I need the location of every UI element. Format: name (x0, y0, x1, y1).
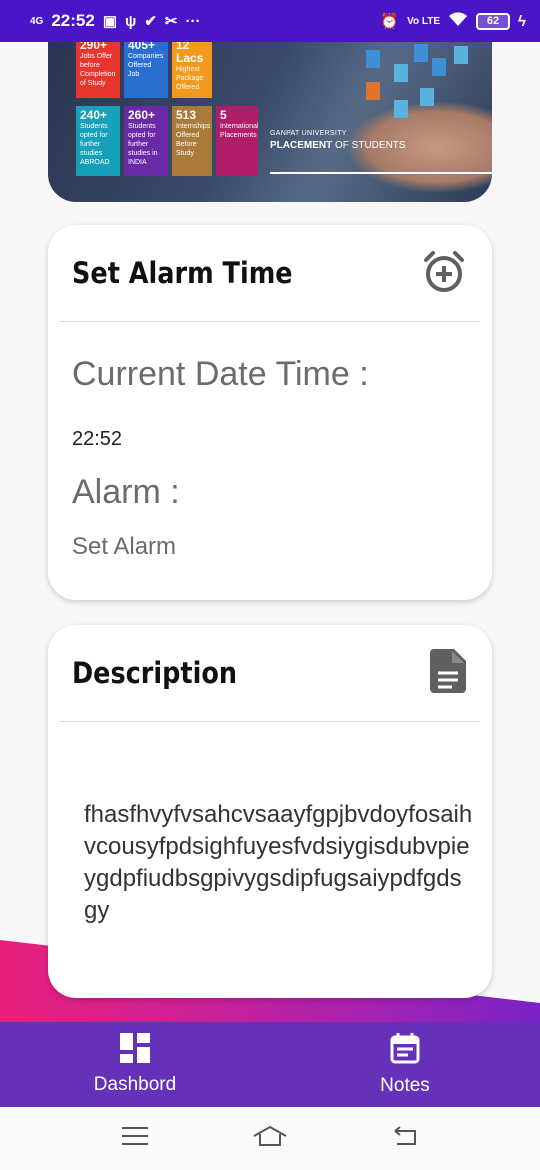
card-divider (60, 321, 480, 322)
person-icon (366, 50, 380, 68)
clock: 22:52 (51, 11, 95, 30)
banner-tile: 405+ Companies Offered Job (124, 42, 168, 98)
alarm-card-title: Set Alarm Time (72, 256, 293, 290)
calendar-notes-icon (390, 1032, 420, 1069)
nav-item-dashboard[interactable]: Dashbord (0, 1022, 270, 1107)
network-indicator: 4G (30, 15, 44, 27)
person-icon (432, 58, 446, 76)
nav-label-notes: Notes (380, 1075, 430, 1096)
alarm-label: Alarm : (72, 473, 180, 511)
banner-tile: 290+ Jobs Offer before Completion of Stud… (76, 42, 120, 98)
alarm-card: Set Alarm Time Current Date Time : 22:52… (48, 225, 492, 600)
nav-label-dashboard: Dashbord (93, 1074, 177, 1095)
wifi-icon (448, 11, 468, 32)
tools-icon: ✂ (164, 13, 178, 30)
status-bar: 4G 22:52 ▣ ψ ✔ ✂ ··· ⏰ Vo LTE 62 ϟ (0, 0, 540, 42)
banner-tile: 5 International Placements (216, 106, 258, 176)
card-divider (60, 721, 480, 722)
banner-tile: 240+ Students opted for further studies A… (76, 106, 120, 176)
person-icon (394, 100, 408, 118)
document-icon[interactable] (430, 648, 466, 698)
description-card-title: Description (72, 656, 238, 690)
description-card-header: Description (48, 625, 492, 721)
home-icon[interactable] (252, 1124, 288, 1153)
description-text: fhasfhvyfvsahcvsaayfgpjbvdoyfosaihvcousy… (84, 801, 473, 924)
banner-caption: GANPAT UNIVERSITY PLACEMENT OF STUDENTS (270, 130, 406, 151)
battery-indicator: 62 (476, 12, 511, 30)
app-notification-icon: ✔ (144, 13, 157, 30)
more-notifications-icon: ··· (185, 12, 201, 30)
person-icon (394, 64, 408, 82)
nav-item-notes[interactable]: Notes (270, 1022, 540, 1107)
alarm-add-icon[interactable] (422, 249, 466, 298)
banner-divider (270, 172, 492, 174)
person-icon (454, 46, 468, 64)
current-datetime-label: Current Date Time : (72, 355, 369, 393)
person-icon (414, 44, 428, 62)
person-icon (366, 82, 380, 100)
set-alarm-value[interactable]: Set Alarm (72, 533, 176, 561)
banner-tile: 12 Lacs Highest Package Offered (172, 42, 212, 98)
description-card: Description fhasfhvyfvsahcvsaayfgpjbvdoy… (48, 625, 492, 998)
charging-icon: ϟ (518, 12, 526, 30)
current-datetime-value: 22:52 (72, 428, 123, 450)
alarm-card-header: Set Alarm Time (48, 225, 492, 321)
usb-icon: ψ (125, 12, 137, 30)
placement-banner: 290+ Jobs Offer before Completion of Stud… (48, 42, 492, 202)
alarm-status-icon: ⏰ (380, 13, 400, 30)
volte-indicator: Vo LTE (407, 15, 441, 27)
bottom-navigation: Dashbord Notes (0, 1022, 540, 1107)
banner-tile: 513 Internships Offered Before Study (172, 106, 212, 176)
back-icon[interactable] (391, 1125, 419, 1152)
notification-icon: ▣ (102, 13, 118, 30)
person-icon (420, 88, 434, 106)
banner-tile: 260+ Students opted for further studies i… (124, 106, 168, 176)
menu-icon[interactable] (121, 1126, 149, 1151)
system-navigation-bar (0, 1107, 540, 1170)
dashboard-icon (120, 1033, 150, 1068)
